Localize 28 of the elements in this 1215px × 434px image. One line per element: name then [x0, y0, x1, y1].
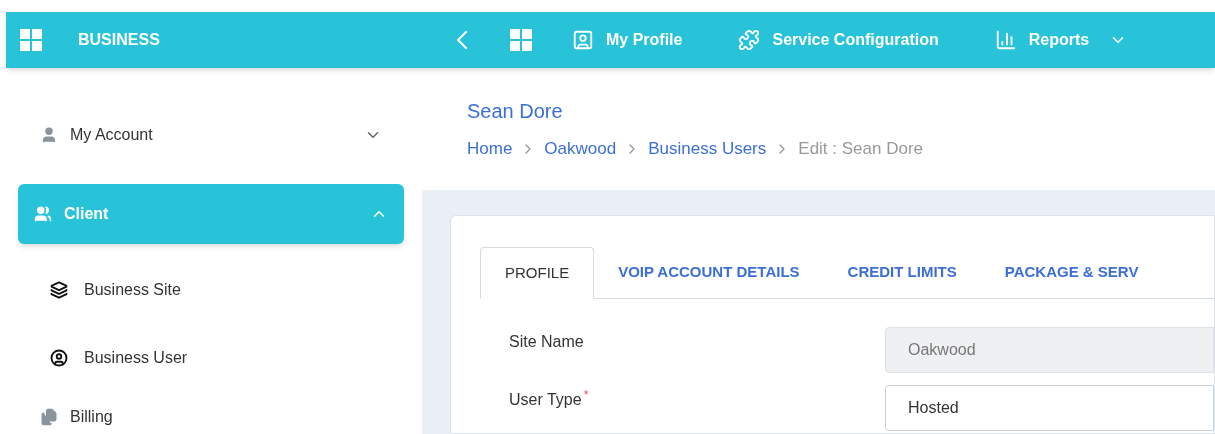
field-label: Site Name: [509, 332, 585, 352]
breadcrumb-link[interactable]: Home: [467, 136, 513, 162]
sidebar-item[interactable]: My Account: [18, 110, 404, 160]
breadcrumb-link[interactable]: Oakwood: [544, 136, 617, 162]
tab[interactable]: CREDIT LIMITS: [823, 246, 981, 298]
required-mark: *: [583, 388, 589, 402]
sidebar-subitem[interactable]: Business User: [18, 324, 404, 392]
page-title: Sean Dore: [467, 99, 564, 124]
puzzle-icon: [738, 29, 761, 51]
sidebar-item[interactable]: Billing: [18, 392, 404, 434]
input-field[interactable]: Hosted: [885, 385, 1214, 431]
brand-title: BUSINESS: [78, 30, 160, 50]
grid-icon[interactable]: [510, 29, 532, 51]
tab[interactable]: VOIP ACCOUNT DETAILS: [594, 246, 824, 298]
profile-card-icon: [572, 29, 594, 51]
bar-chart-icon: [994, 29, 1017, 51]
sidebar-subitem[interactable]: Business Site: [18, 256, 404, 324]
breadcrumb-link[interactable]: Business Users: [648, 136, 767, 162]
tab[interactable]: PACKAGE & SERV: [980, 246, 1163, 298]
tab[interactable]: PROFILE: [480, 247, 595, 299]
field-label: User Type$^{*}$: [509, 388, 590, 410]
group-icon: [34, 205, 52, 223]
person-icon: [40, 126, 58, 144]
stack-icon: [50, 281, 68, 299]
person-icon: [50, 349, 68, 367]
grid-icon[interactable]: [20, 29, 42, 51]
documents-icon: [40, 408, 58, 426]
breadcrumb-current: Edit : Sean Dore: [798, 138, 924, 160]
